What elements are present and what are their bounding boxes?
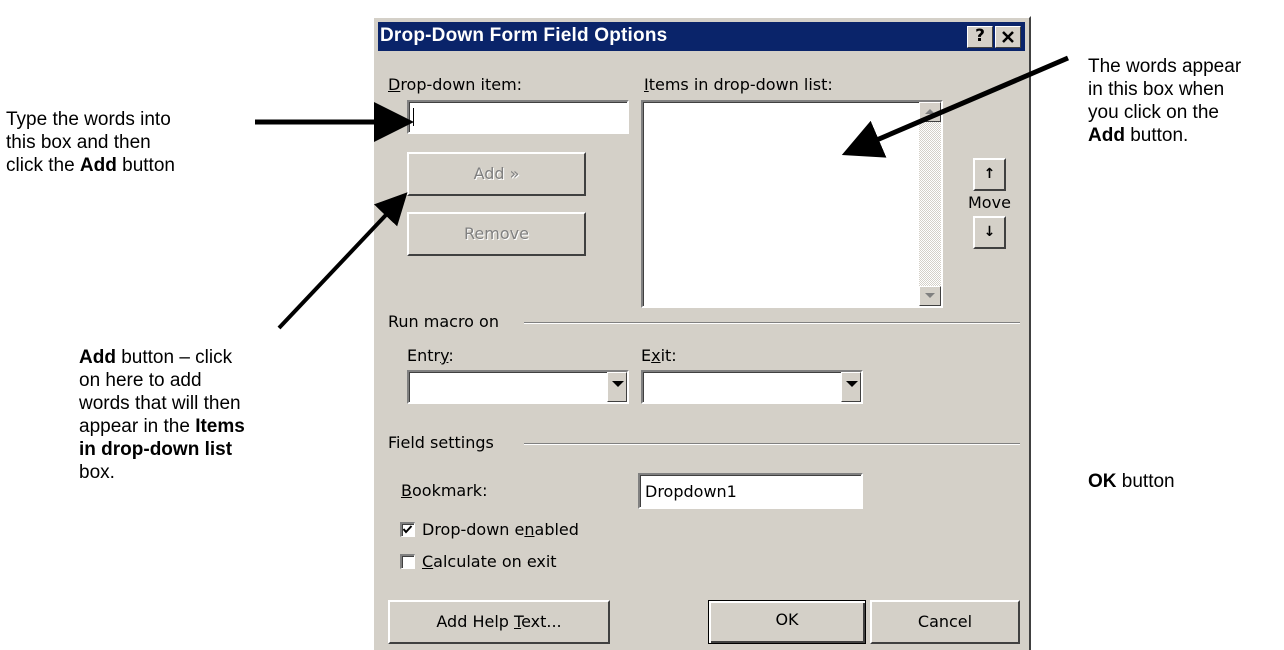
annotation-words-appear: The words appear in this box when you cl…	[1088, 56, 1242, 146]
arrow-to-items-list	[841, 55, 1069, 158]
annotation-type-words: Type the words into this box and then cl…	[6, 109, 175, 176]
annotation-ok-button: OK button	[1088, 471, 1175, 492]
arrow-to-add-button	[277, 192, 408, 330]
annotation-add-button: Add button – click on here to add words …	[79, 347, 245, 483]
